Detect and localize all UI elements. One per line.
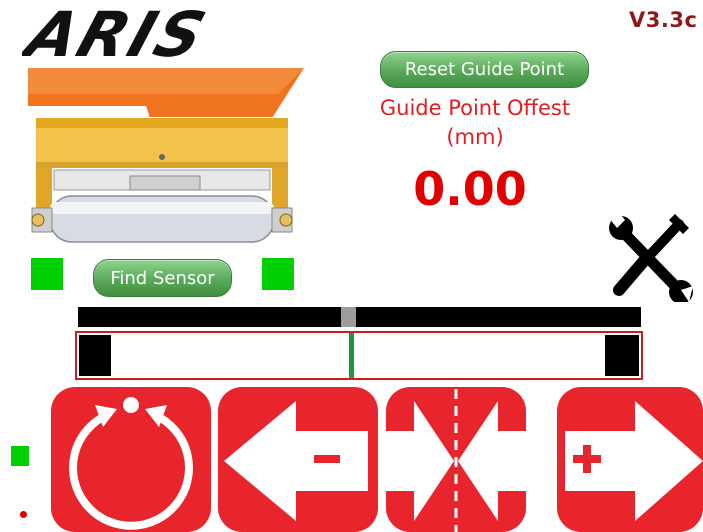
guide-offset-title: Guide Point Offest: [379, 96, 571, 120]
guide-offset-label: Guide Point Offest (mm): [330, 94, 620, 152]
guide-offset-unit: (mm): [446, 125, 504, 149]
find-sensor-button[interactable]: Find Sensor: [93, 259, 232, 297]
aris-logo: ARIS: [22, 2, 304, 117]
auto-mode-button[interactable]: [51, 387, 211, 532]
left-sensor-indicator: [31, 258, 63, 290]
sensor-illustration: [31, 118, 293, 243]
position-bar-left: [78, 307, 341, 327]
arrow-right-plus-icon: [565, 401, 703, 521]
wrench-screwdriver-icon[interactable]: [609, 210, 693, 302]
center-arrows-icon: [386, 389, 526, 532]
guide-track: [75, 331, 643, 380]
position-bar-marker: [341, 307, 356, 327]
reset-guide-point-button[interactable]: Reset Guide Point: [380, 51, 589, 88]
right-sensor-indicator: [262, 258, 294, 290]
status-indicator-red: [20, 511, 27, 518]
guide-point-marker: [349, 333, 354, 378]
version-label: V3.3c: [629, 8, 698, 32]
track-left-stop: [79, 335, 111, 376]
guide-offset-value: 0.00: [413, 162, 527, 216]
position-bar-right: [356, 307, 641, 327]
move-right-button[interactable]: [557, 387, 703, 532]
move-left-button[interactable]: [218, 387, 378, 532]
power-circle-icon: [69, 397, 193, 530]
track-right-stop: [605, 335, 639, 376]
arrow-left-minus-icon: [224, 401, 368, 521]
status-indicator-green: [11, 446, 29, 466]
svg-text:ARIS: ARIS: [22, 2, 216, 72]
center-button[interactable]: [386, 387, 526, 532]
